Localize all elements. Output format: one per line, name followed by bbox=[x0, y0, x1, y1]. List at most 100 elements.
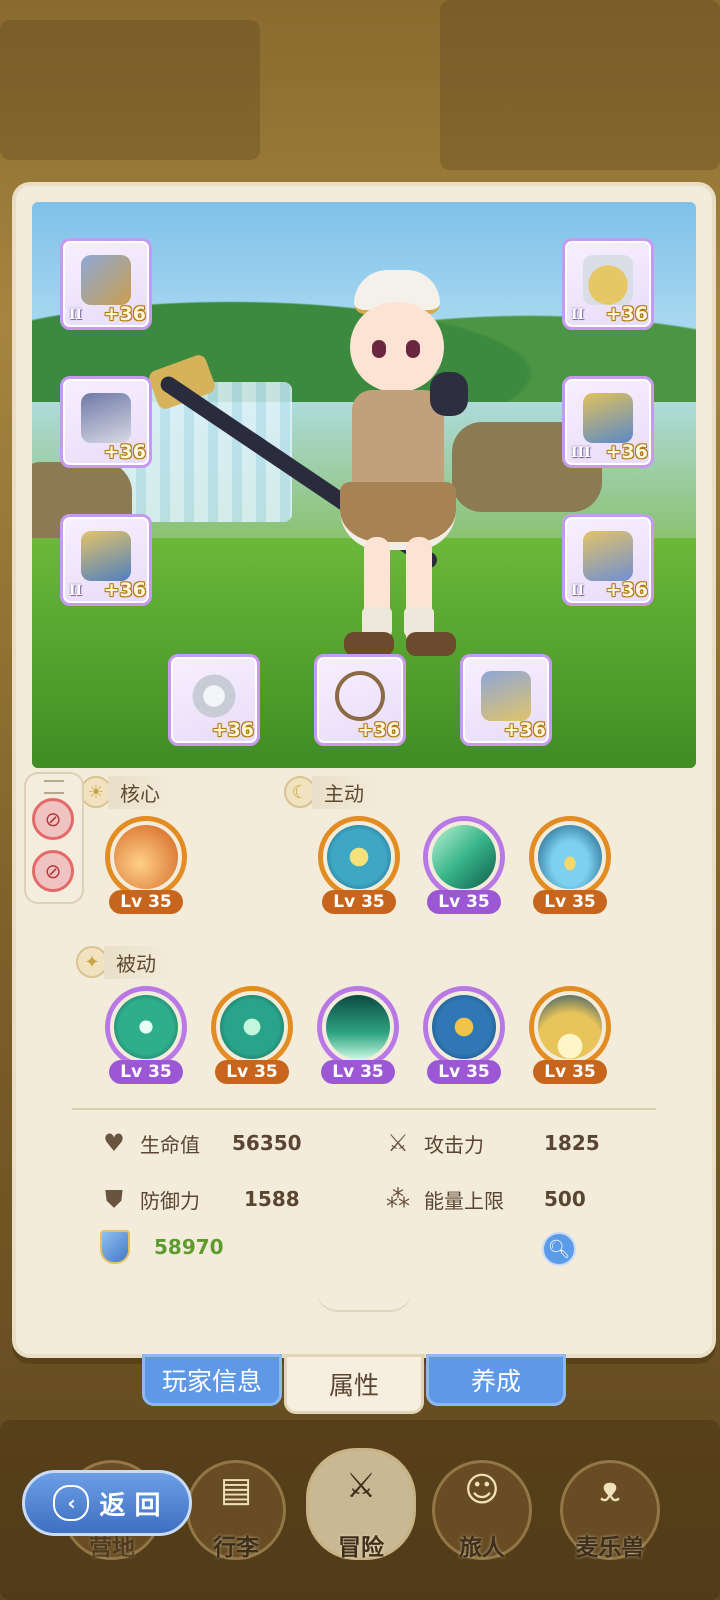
skill-passive-2[interactable]: Lv 35 bbox=[208, 986, 296, 1084]
enhance-level: +36 bbox=[605, 579, 648, 601]
divider bbox=[72, 1108, 656, 1110]
skill-passive-1[interactable]: Lv 35 bbox=[102, 986, 190, 1084]
helmet-icon bbox=[583, 255, 633, 305]
chevron-left-icon: ‹ bbox=[53, 1485, 90, 1521]
traveler-icon: ☺ bbox=[464, 1470, 500, 1510]
tier-label: II bbox=[571, 307, 585, 323]
equip-slot-amulet[interactable]: +36 bbox=[460, 654, 552, 746]
equip-slot-boots[interactable]: II +36 bbox=[562, 514, 654, 606]
skill-level: Lv 35 bbox=[533, 1060, 607, 1084]
section-label: 被动 bbox=[104, 945, 174, 979]
section-label: 主动 bbox=[312, 775, 382, 809]
stat-defense: ⛊ 防御力 1588 bbox=[100, 1184, 300, 1214]
gauntlet-icon bbox=[583, 393, 633, 443]
mic-muted-icon[interactable]: ⊘ bbox=[32, 850, 74, 892]
tier-label: III bbox=[571, 445, 591, 461]
bag-icon: ▤ bbox=[219, 1470, 253, 1510]
equip-slot-ring[interactable]: +36 bbox=[168, 654, 260, 746]
tier-label: II bbox=[571, 583, 585, 599]
tab-attributes[interactable]: 属性 bbox=[284, 1354, 424, 1414]
stat-label: 生命值 bbox=[140, 1132, 200, 1157]
equip-slot-armor[interactable]: +36 bbox=[60, 376, 152, 468]
nav-adventure-label: 冒险 bbox=[338, 1535, 384, 1561]
back-label: 返 回 bbox=[99, 1490, 161, 1521]
enhance-level: +36 bbox=[103, 303, 146, 325]
enhance-level: +36 bbox=[211, 719, 254, 741]
nav-bag-label: 行李 bbox=[213, 1535, 259, 1561]
voice-controls: ⊘ ⊘ bbox=[24, 772, 84, 904]
skill-level: Lv 35 bbox=[321, 1060, 395, 1084]
tier-label: II bbox=[69, 307, 83, 323]
skill-icon bbox=[538, 825, 602, 889]
stat-value: 1825 bbox=[544, 1131, 600, 1155]
skill-passive-5[interactable]: Lv 35 bbox=[526, 986, 614, 1084]
stat-label: 防御力 bbox=[140, 1188, 200, 1213]
equip-slot-necklace[interactable]: +36 bbox=[314, 654, 406, 746]
skill-level: Lv 35 bbox=[427, 1060, 501, 1084]
ring-icon bbox=[189, 671, 239, 721]
skill-icon bbox=[327, 825, 391, 889]
skill-active-1[interactable]: Lv 35 bbox=[315, 816, 403, 914]
enhance-level: +36 bbox=[503, 719, 546, 741]
character-avatar[interactable] bbox=[146, 262, 492, 682]
skill-icon bbox=[326, 995, 390, 1059]
skill-icon bbox=[114, 825, 178, 889]
ornament bbox=[316, 1290, 412, 1312]
back-button[interactable]: ‹ 返 回 bbox=[22, 1470, 192, 1536]
stat-value: 500 bbox=[544, 1187, 586, 1211]
enhance-level: +36 bbox=[605, 303, 648, 325]
equip-slot-weapon[interactable]: II +36 bbox=[60, 238, 152, 330]
skill-active-3[interactable]: Lv 35 bbox=[526, 816, 614, 914]
skill-icon bbox=[432, 825, 496, 889]
speaker-muted-icon[interactable]: ⊘ bbox=[32, 798, 74, 840]
skill-passive-3[interactable]: Lv 35 bbox=[314, 986, 402, 1084]
staff-icon bbox=[81, 255, 131, 305]
belt-icon bbox=[81, 531, 131, 581]
tier-label: II bbox=[69, 583, 83, 599]
enhance-level: +36 bbox=[103, 441, 146, 463]
skill-active-2[interactable]: Lv 35 bbox=[420, 816, 508, 914]
passive-skills-header: ✦ 被动 bbox=[76, 945, 174, 979]
power-shield-icon bbox=[100, 1230, 130, 1264]
stat-label: 能量上限 bbox=[424, 1188, 504, 1213]
crossed-swords-icon: ⚔ bbox=[345, 1466, 377, 1506]
equip-slot-belt[interactable]: II +36 bbox=[60, 514, 152, 606]
skill-passive-4[interactable]: Lv 35 bbox=[420, 986, 508, 1084]
stat-value: 56350 bbox=[232, 1131, 302, 1155]
stat-value: 1588 bbox=[244, 1187, 300, 1211]
tab-cultivate[interactable]: 养成 bbox=[426, 1354, 566, 1406]
equip-slot-helmet[interactable]: II +36 bbox=[562, 238, 654, 330]
section-label: 核心 bbox=[108, 775, 178, 809]
stat-attack: ⚔ 攻击力 1825 bbox=[384, 1128, 600, 1158]
skill-level: Lv 35 bbox=[109, 1060, 183, 1084]
necklace-icon bbox=[335, 671, 385, 721]
combat-power-value: 58970 bbox=[154, 1235, 224, 1259]
skill-core-1[interactable]: Lv 35 bbox=[102, 816, 190, 914]
stat-energy: ⁂ 能量上限 500 bbox=[384, 1184, 586, 1214]
fox-icon: ᴥ bbox=[599, 1470, 621, 1510]
skill-icon bbox=[432, 995, 496, 1059]
search-icon[interactable]: 🔍︎ bbox=[542, 1232, 576, 1266]
stat-label: 攻击力 bbox=[424, 1132, 484, 1157]
skill-icon bbox=[114, 995, 178, 1059]
skill-icon bbox=[538, 995, 602, 1059]
drag-handle-icon[interactable] bbox=[44, 780, 64, 794]
skill-icon bbox=[220, 995, 284, 1059]
heart-icon: ♥ bbox=[103, 1129, 125, 1157]
enhance-level: +36 bbox=[357, 719, 400, 741]
nodes-icon: ⁂ bbox=[386, 1185, 410, 1213]
skill-level: Lv 35 bbox=[215, 1060, 289, 1084]
tab-player-info[interactable]: 玩家信息 bbox=[142, 1354, 282, 1406]
equip-slot-gauntlet[interactable]: III +36 bbox=[562, 376, 654, 468]
skill-level: Lv 35 bbox=[322, 890, 396, 914]
enhance-level: +36 bbox=[605, 441, 648, 463]
crossed-swords-icon: ⚔ bbox=[387, 1129, 409, 1157]
nav-traveler-label: 旅人 bbox=[459, 1535, 505, 1561]
shield-icon: ⛊ bbox=[105, 1185, 123, 1213]
boots-icon bbox=[583, 531, 633, 581]
stat-hp: ♥ 生命值 56350 bbox=[100, 1128, 302, 1158]
armor-icon bbox=[81, 393, 131, 443]
amulet-icon bbox=[481, 671, 531, 721]
character-panel: II +36 II +36 +36 III +36 II +36 II +36 … bbox=[12, 182, 716, 1358]
enhance-level: +36 bbox=[103, 579, 146, 601]
